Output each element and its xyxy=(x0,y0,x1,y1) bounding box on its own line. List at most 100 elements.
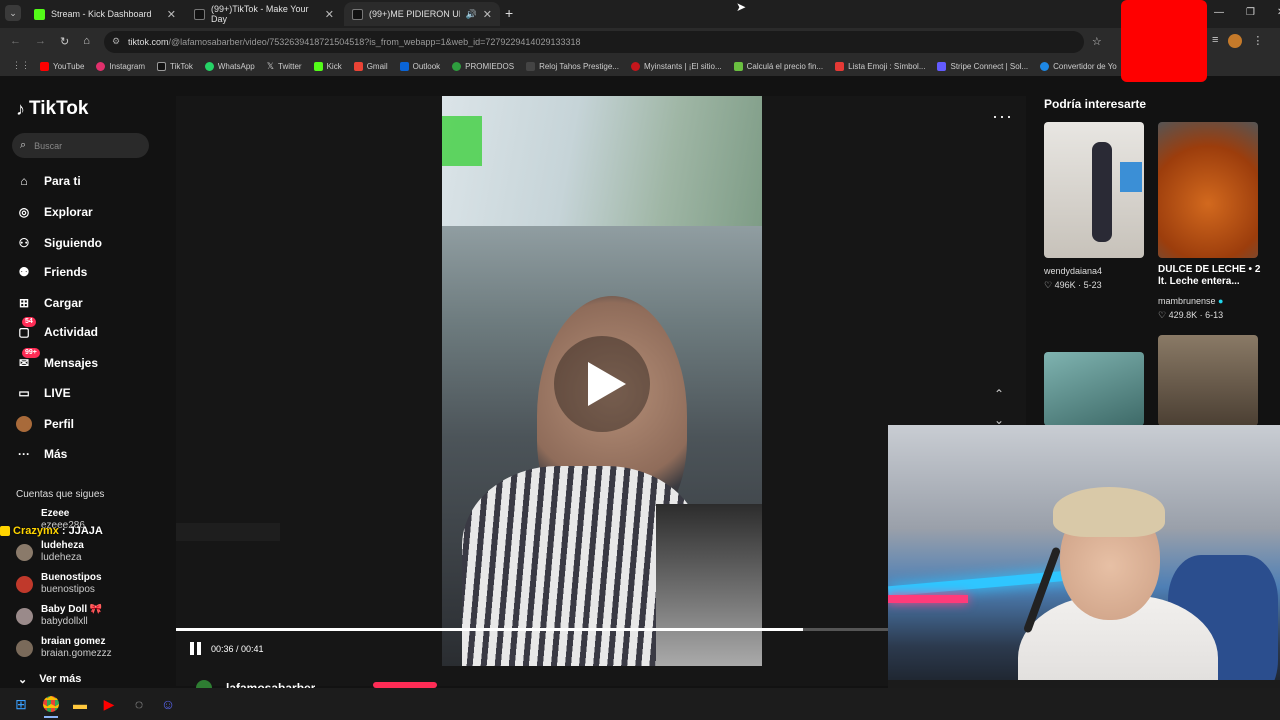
tab-search-button[interactable]: ⌄ xyxy=(5,5,21,21)
pause-icon[interactable] xyxy=(190,642,204,656)
file-explorer-icon[interactable]: ▬ xyxy=(68,692,92,716)
tiktok-logo[interactable]: ♪ TikTok xyxy=(16,98,88,120)
progress-bar[interactable] xyxy=(176,628,803,631)
bookmark-twitter[interactable]: 𝕏 Twitter xyxy=(267,61,302,72)
search-input[interactable]: ⌕ Buscar xyxy=(12,133,149,158)
minimize-icon[interactable]: — xyxy=(1214,7,1224,18)
see-more-label: Ver más xyxy=(39,673,82,685)
chat-badge-icon xyxy=(0,526,10,536)
recommendation-author[interactable]: mambrunense ● xyxy=(1158,295,1223,307)
tab-title: (99+)TikTok - Make Your Day xyxy=(211,4,309,24)
nav-label: Cargar xyxy=(44,296,83,310)
obs-icon[interactable]: ◌ xyxy=(127,692,151,716)
menu-icon[interactable]: ⋮ xyxy=(1252,34,1263,48)
speaker-icon[interactable]: 🔊 xyxy=(466,9,477,20)
upload-icon: ⊞ xyxy=(18,296,30,310)
youtube-icon[interactable]: ▶ xyxy=(97,692,121,716)
recommendation-thumbnail[interactable] xyxy=(1158,335,1258,426)
avatar xyxy=(16,639,33,657)
bookmark-star-icon[interactable]: ☆ xyxy=(1092,35,1102,48)
previous-video-icon[interactable]: ⌃ xyxy=(994,387,1004,401)
stripe-icon xyxy=(937,61,947,71)
bookmark-kick[interactable]: Kick xyxy=(313,61,342,71)
followed-account[interactable]: Baby Doll 🎀 babydollxll xyxy=(16,604,102,628)
sidebar-item-mas[interactable]: ··· Más xyxy=(16,446,67,462)
more-options-icon[interactable]: ··· xyxy=(992,106,1013,127)
bookmark-gmail[interactable]: Gmail xyxy=(353,61,388,71)
address-bar[interactable]: ⚙ tiktok.com/@lafamosabarber/video/75326… xyxy=(104,31,1084,53)
sidebar-item-friends[interactable]: ⚉ Friends xyxy=(16,264,88,280)
sidebar-item-cargar[interactable]: ⊞ Cargar xyxy=(16,295,83,311)
bookmark-outlook[interactable]: Outlook xyxy=(399,61,440,71)
play-button[interactable] xyxy=(554,336,650,432)
back-icon[interactable]: ← xyxy=(10,35,21,48)
profile-icon[interactable] xyxy=(1228,34,1243,48)
bookmark-label: Stripe Connect | Sol... xyxy=(950,61,1029,71)
video-author[interactable]: lafamosabarber xyxy=(226,681,315,688)
avatar xyxy=(16,607,33,625)
home-button-icon[interactable]: ⌂ xyxy=(83,35,90,48)
see-more-button[interactable]: ⌄ Ver más xyxy=(18,673,81,686)
bookmark-emoji[interactable]: Lista Emoji : Símbol... xyxy=(835,61,925,71)
reload-icon[interactable]: ↻ xyxy=(60,35,69,48)
recommendation-meta: ♡ 496K · 5-23 xyxy=(1044,280,1102,290)
bookmark-label: Myinstants | ¡El sitio... xyxy=(643,61,722,71)
recommendation-title[interactable]: DULCE DE LECHE • 2 lt. Leche entera... xyxy=(1158,264,1266,288)
sidebar-item-para-ti[interactable]: ⌂ Para ti xyxy=(16,173,80,189)
bookmark-tiktok[interactable]: TikTok xyxy=(157,61,193,71)
friends-icon: ⚉ xyxy=(18,265,30,279)
recommendation-thumbnail[interactable] xyxy=(1044,122,1144,258)
followed-account[interactable]: ludeheza ludeheza xyxy=(16,540,84,564)
bookmarks-bar: ⋮⋮ YouTube Instagram TikTok WhatsApp 𝕏 Tw… xyxy=(0,56,1280,76)
recommendation-author[interactable]: wendydaiana4 xyxy=(1044,265,1102,277)
sidebar-item-actividad[interactable]: ▢ 54 Actividad xyxy=(16,317,99,340)
tiktok-icon xyxy=(194,8,205,20)
bookmark-convertidor[interactable]: Convertidor de Yo xyxy=(1040,61,1117,71)
tab-kick-dashboard[interactable]: Stream - Kick Dashboard ✕ xyxy=(26,2,184,26)
recommendations-header: Podría interesarte xyxy=(1044,97,1147,111)
playback-time: 00:36 / 00:41 xyxy=(211,644,264,654)
account-handle: babydollxll xyxy=(41,616,88,627)
windows-start-icon[interactable]: ⊞ xyxy=(9,692,33,716)
account-name: Ezeee xyxy=(41,508,70,519)
discord-icon[interactable]: ☺ xyxy=(156,692,180,716)
live-icon: ▭ xyxy=(18,386,30,400)
calculator-icon xyxy=(733,61,743,71)
sidebar-item-mensajes[interactable]: ✉ 99+ Mensajes xyxy=(16,348,98,371)
new-tab-button[interactable]: + xyxy=(505,5,513,21)
followed-account[interactable]: Buenostipos buenostipos xyxy=(16,572,102,596)
sidebar-item-perfil[interactable]: Perfil xyxy=(16,416,74,432)
bookmark-label: Instagram xyxy=(109,61,146,71)
reloj-icon xyxy=(526,61,536,71)
sidebar-item-siguiendo[interactable]: ⚇ Siguiendo xyxy=(16,235,102,251)
forward-icon[interactable]: → xyxy=(35,35,46,48)
close-tab-icon[interactable]: ✕ xyxy=(483,8,492,21)
bookmark-reloj[interactable]: Reloj Tahos Prestige... xyxy=(526,61,619,71)
tab-tiktok-video[interactable]: (99+)ME PIDIERON UN CO 🔊 ✕ xyxy=(344,2,500,26)
messages-icon: ✉ 99+ xyxy=(16,348,40,371)
bookmark-instagram[interactable]: Instagram xyxy=(96,61,146,71)
tab-tiktok-home[interactable]: (99+)TikTok - Make Your Day ✕ xyxy=(186,2,342,26)
nav-label: Actividad xyxy=(44,325,99,339)
nav-label: Perfil xyxy=(44,417,75,431)
recommendation-thumbnail[interactable] xyxy=(1044,352,1144,426)
recommendation-thumbnail[interactable] xyxy=(1158,122,1258,258)
bookmark-youtube[interactable]: YouTube xyxy=(40,61,84,71)
bookmark-promiedos[interactable]: PROMIEDOS xyxy=(452,61,514,71)
close-tab-icon[interactable]: ✕ xyxy=(167,8,176,21)
sidebar-item-live[interactable]: ▭ LIVE xyxy=(16,385,70,401)
apps-grid-icon[interactable]: ⋮⋮ xyxy=(12,60,30,71)
chrome-icon[interactable] xyxy=(39,692,63,716)
bookmark-whatsapp[interactable]: WhatsApp xyxy=(204,61,255,71)
site-info-icon[interactable]: ⚙ xyxy=(112,36,120,47)
sidebar-item-explorar[interactable]: ◎ Explorar xyxy=(16,204,93,220)
myinstants-icon xyxy=(630,61,640,71)
bookmark-myinstants[interactable]: Myinstants | ¡El sitio... xyxy=(630,61,722,71)
maximize-icon[interactable]: ❐ xyxy=(1246,7,1255,18)
followed-account[interactable]: braian gomez braian.gomezzz xyxy=(16,636,112,660)
close-tab-icon[interactable]: ✕ xyxy=(325,8,334,21)
bookmark-calcula[interactable]: Calculá el precio fin... xyxy=(733,61,823,71)
activity-badge: 54 xyxy=(22,317,36,327)
bookmark-stripe[interactable]: Stripe Connect | Sol... xyxy=(937,61,1029,71)
extensions-icon[interactable]: ≡ xyxy=(1212,34,1218,48)
